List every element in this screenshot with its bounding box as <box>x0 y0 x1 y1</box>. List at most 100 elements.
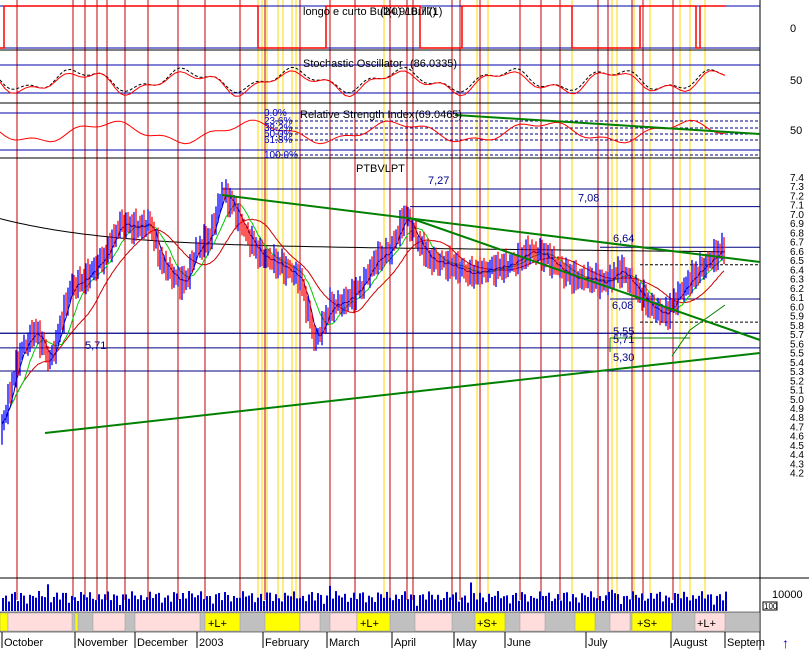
volume-bar <box>221 600 223 611</box>
volume-bar <box>488 593 490 611</box>
volume-bar <box>506 595 508 611</box>
volume-bar <box>155 594 157 611</box>
x-tick-label: November <box>77 637 128 649</box>
volume-bar <box>11 593 13 611</box>
volume-bar <box>347 601 349 611</box>
volume-bar <box>317 593 319 611</box>
volume-bar <box>263 601 265 611</box>
volume-bar <box>245 596 247 611</box>
volume-bar <box>482 597 484 611</box>
signal-segment <box>574 612 596 632</box>
rsi-right-tick: 50 <box>790 125 802 137</box>
rsi-value: (69.0465) <box>415 109 462 121</box>
volume-bar <box>137 599 139 611</box>
volume-bar <box>434 599 436 611</box>
volume-bar <box>257 597 259 611</box>
volume-bar <box>320 594 322 611</box>
volume-bar <box>368 595 370 611</box>
volume-bar <box>461 597 463 611</box>
volume-bar <box>722 600 724 611</box>
volume-bar <box>440 599 442 611</box>
price-level-label: 5,30 <box>613 352 634 364</box>
volume-bar <box>74 597 76 611</box>
volume-bar <box>242 591 244 611</box>
signal-segment <box>299 612 321 632</box>
volume-bar <box>143 600 145 611</box>
trend-value: (24.910.77) <box>380 6 436 18</box>
volume-bar <box>122 594 124 611</box>
volume-bar <box>695 598 697 611</box>
stochastic-value: (86.0335) <box>410 58 457 70</box>
volume-bar <box>35 597 37 611</box>
x-tick-label: February <box>265 637 310 649</box>
volume-bar <box>278 598 280 611</box>
volume-bar <box>293 591 295 611</box>
volume-bar <box>185 598 187 611</box>
volume-bar <box>527 601 529 611</box>
volume-bar <box>68 602 70 611</box>
volume-bar <box>32 596 34 611</box>
signal-segment <box>92 612 126 632</box>
volume-bar <box>395 594 397 611</box>
volume-bar <box>332 598 334 611</box>
volume-bar <box>698 595 700 611</box>
volume-bar <box>443 598 445 611</box>
signal-segment <box>264 612 301 632</box>
volume-bar <box>377 592 379 611</box>
volume-bar <box>458 601 460 611</box>
volume-bar <box>50 602 52 611</box>
volume-bar <box>104 594 106 611</box>
volume-bar <box>83 594 85 611</box>
volume-bar <box>233 596 235 611</box>
volume-bar <box>566 592 568 611</box>
volume-bar <box>686 596 688 611</box>
signal-segment <box>0 612 9 632</box>
volume-bar <box>26 603 28 611</box>
volume-bar <box>128 598 130 611</box>
x-tick-label: April <box>394 637 416 649</box>
volume-bar <box>329 585 331 611</box>
volume-bar <box>659 591 661 611</box>
volume-bar <box>323 603 325 611</box>
volume-bar <box>341 597 343 611</box>
volume-bar <box>146 597 148 611</box>
volume-bar <box>557 594 559 611</box>
volume-bar <box>596 598 598 611</box>
volume-bar <box>707 594 709 611</box>
volume-bar <box>497 591 499 611</box>
volume-bar <box>254 602 256 611</box>
volume-bar <box>680 598 682 611</box>
volume-bar <box>206 596 208 611</box>
volume-bar <box>464 595 466 611</box>
volume-bar <box>302 595 304 611</box>
up-arrow-icon[interactable]: ↑ <box>782 635 789 650</box>
volume-bar <box>308 594 310 611</box>
volume-bar <box>215 594 217 611</box>
volume-bar <box>53 596 55 611</box>
volume-bar <box>371 597 373 611</box>
volume-bar <box>56 592 58 611</box>
volume-bar <box>551 601 553 611</box>
x-tick-label: July <box>588 637 608 649</box>
volume-bar <box>284 592 286 611</box>
volume-bar <box>119 605 121 611</box>
signal-marker: +S+ <box>637 618 657 630</box>
volume-bar <box>614 593 616 611</box>
volume-bar <box>158 592 160 611</box>
volume-bar <box>47 584 49 611</box>
volume-bar <box>560 600 562 611</box>
signal-segment <box>519 612 546 632</box>
volume-bar <box>380 594 382 611</box>
volume-bar <box>509 603 511 611</box>
volume-bar <box>164 597 166 611</box>
volume-bar <box>572 594 574 611</box>
volume-bar <box>407 599 409 611</box>
rsi-label: Relative Strength Index <box>300 109 415 121</box>
volume-bar <box>662 601 664 611</box>
volume-bar <box>578 602 580 611</box>
x-tick-label: May <box>456 637 477 649</box>
volume-bar <box>113 594 115 611</box>
signal-marker: +L+ <box>360 618 379 630</box>
volume-bar <box>410 594 412 611</box>
volume-bar <box>473 593 475 611</box>
